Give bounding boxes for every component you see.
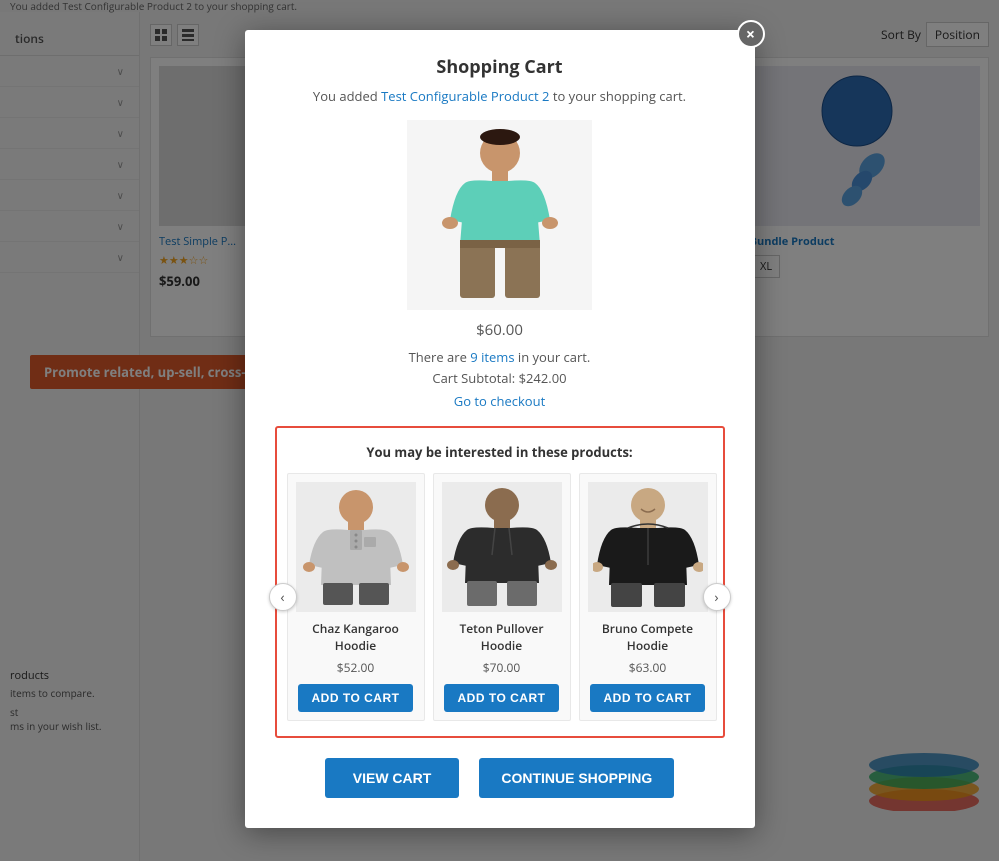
- shopping-cart-modal: × Shopping Cart You added Test Configura…: [245, 30, 755, 828]
- modal-title: Shopping Cart: [275, 55, 725, 79]
- modal-product-image: [275, 120, 725, 310]
- modal-close-button[interactable]: ×: [737, 20, 765, 48]
- related-product-2-price: $70.00: [483, 659, 520, 676]
- go-to-checkout-link[interactable]: Go to checkout: [454, 392, 545, 410]
- related-product-2-name: Teton Pullover Hoodie: [442, 620, 562, 654]
- modal-product-price: $60.00: [275, 320, 725, 340]
- product-image-svg: [440, 125, 560, 305]
- related-product-2-add-to-cart-button[interactable]: Add to Cart: [444, 684, 560, 712]
- related-product-2-image: [442, 482, 562, 612]
- added-product-link[interactable]: Test Configurable Product 2: [381, 87, 549, 105]
- carousel-next-button[interactable]: ›: [703, 583, 731, 611]
- cart-info-suffix: in your cart.: [515, 348, 591, 366]
- related-products-section: You may be interested in these products:…: [275, 426, 725, 738]
- related-product-1-image: [296, 482, 416, 612]
- chevron-left-icon: ‹: [280, 588, 284, 607]
- modal-subtotal: Cart Subtotal: $242.00: [275, 369, 725, 387]
- continue-shopping-button[interactable]: Continue Shopping: [479, 758, 674, 798]
- related-product-3-price: $63.00: [629, 659, 666, 676]
- related-product-1-add-to-cart-button[interactable]: Add to Cart: [298, 684, 414, 712]
- related-product-1-name: Chaz Kangaroo Hoodie: [296, 620, 416, 654]
- added-msg-prefix: You added: [313, 87, 381, 105]
- added-msg-suffix: to your shopping cart.: [549, 87, 686, 105]
- modal-cart-info: There are 9 items in your cart.: [275, 348, 725, 366]
- related-product-1: Chaz Kangaroo Hoodie $52.00 Add to Cart: [287, 473, 425, 721]
- modal-overlay: × Shopping Cart You added Test Configura…: [0, 0, 999, 861]
- related-product-3-image: [588, 482, 708, 612]
- view-cart-button[interactable]: View Cart: [325, 758, 460, 798]
- related-product-1-price: $52.00: [337, 659, 374, 676]
- cart-items-count-link[interactable]: 9 items: [470, 348, 514, 366]
- related-product-3: Bruno Compete Hoodie $63.00 Add to Cart: [579, 473, 717, 721]
- carousel-prev-button[interactable]: ‹: [269, 583, 297, 611]
- chevron-right-icon: ›: [714, 588, 718, 607]
- modal-footer: View Cart Continue Shopping: [275, 758, 725, 798]
- modal-added-message: You added Test Configurable Product 2 to…: [275, 87, 725, 105]
- cart-info-prefix: There are: [409, 348, 471, 366]
- related-product-2: Teton Pullover Hoodie $70.00 Add to Cart: [433, 473, 571, 721]
- related-products-list: ‹: [287, 473, 713, 721]
- related-products-title: You may be interested in these products:: [287, 443, 713, 461]
- close-icon: ×: [746, 23, 755, 45]
- modal-product-img-inner: [407, 120, 592, 310]
- related-product-3-name: Bruno Compete Hoodie: [588, 620, 708, 654]
- related-product-3-add-to-cart-button[interactable]: Add to Cart: [590, 684, 706, 712]
- modal-checkout-link-wrapper: Go to checkout: [275, 392, 725, 411]
